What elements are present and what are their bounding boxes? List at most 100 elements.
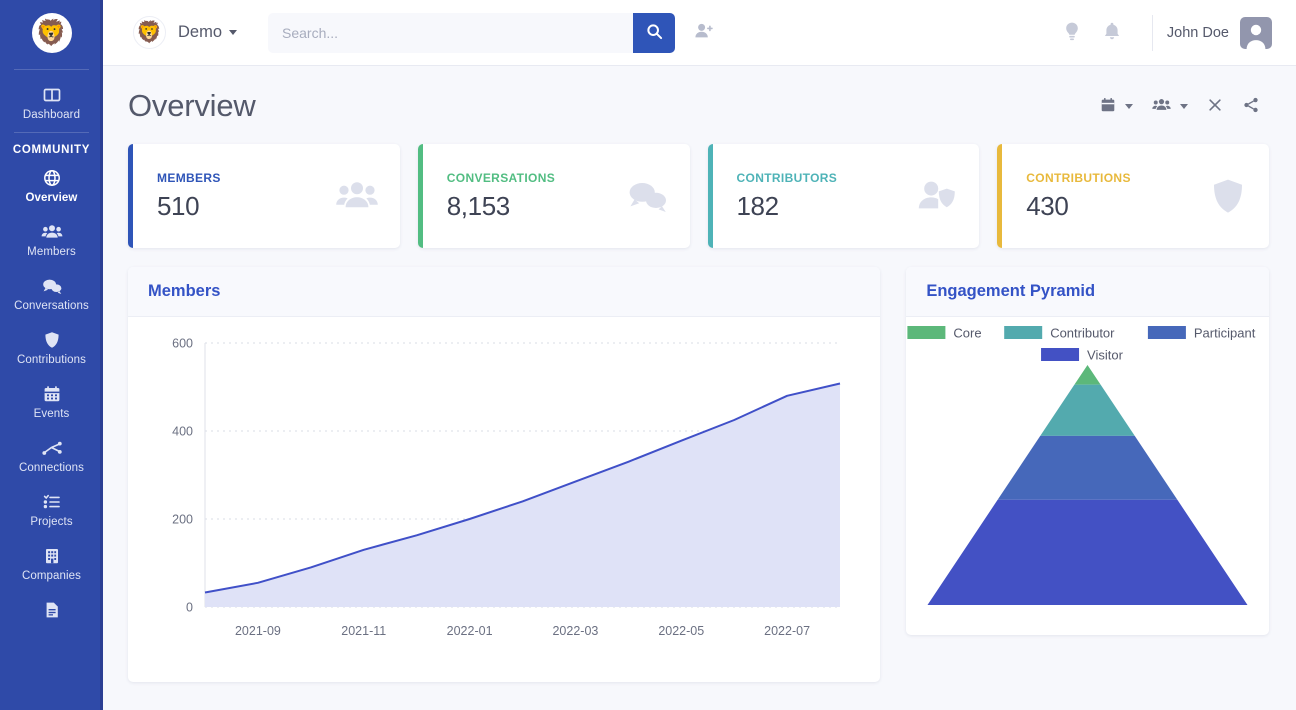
stat-cards: MEMBERS 510 CONVERSATIONS 8,153 CONTRIBU… bbox=[103, 124, 1296, 248]
stat-card-label: MEMBERS bbox=[157, 170, 221, 185]
sidebar: 🦁 Dashboard COMMUNITY Overview Members C… bbox=[0, 0, 103, 710]
main-content: Overview MEMBERS 510 CONVERSATIONS 8,153… bbox=[103, 66, 1296, 710]
brand-selector[interactable]: 🦁 Demo bbox=[133, 16, 238, 49]
close-icon bbox=[1206, 96, 1224, 117]
sidebar-item-events[interactable]: Events bbox=[0, 374, 103, 428]
stat-card-conversations[interactable]: CONVERSATIONS 8,153 bbox=[417, 144, 690, 248]
pyramid-segment[interactable] bbox=[927, 499, 1248, 605]
sidebar-section-community: COMMUNITY bbox=[12, 144, 91, 156]
date-range-button[interactable] bbox=[1091, 89, 1141, 123]
lion-logo-icon: 🦁 bbox=[133, 16, 166, 49]
panel-title: Members bbox=[148, 282, 221, 300]
stat-card-label: CONTRIBUTIONS bbox=[1026, 170, 1131, 185]
legend-label[interactable]: Visitor bbox=[1087, 348, 1124, 363]
panel-title: Engagement Pyramid bbox=[926, 282, 1096, 300]
panel-header: Members bbox=[128, 267, 881, 317]
legend-swatch bbox=[1041, 348, 1080, 361]
calendar-icon bbox=[2, 383, 101, 404]
search-input[interactable] bbox=[268, 12, 634, 53]
contributor-icon bbox=[913, 176, 959, 216]
lion-logo-icon: 🦁 bbox=[31, 13, 72, 53]
tasklist-icon bbox=[2, 491, 101, 512]
sidebar-item-reports[interactable] bbox=[0, 590, 103, 632]
legend-label[interactable]: Core bbox=[954, 326, 982, 341]
dashboard-icon bbox=[2, 84, 101, 105]
stat-card-label: CONTRIBUTORS bbox=[736, 170, 838, 185]
members-icon bbox=[334, 176, 380, 216]
sidebar-item-label: Companies bbox=[21, 570, 82, 582]
stat-card-value: 510 bbox=[157, 190, 200, 221]
page-title: Overview bbox=[128, 88, 256, 123]
legend-label[interactable]: Participant bbox=[1194, 326, 1256, 341]
panel-header: Engagement Pyramid bbox=[906, 267, 1269, 317]
chevron-down-icon bbox=[1180, 103, 1188, 109]
user-plus-icon bbox=[693, 21, 715, 44]
engagement-pyramid-chart[interactable]: Core Contributor Participant Visitor bbox=[906, 317, 1269, 635]
topbar: 🦁 Demo Search... John Doe bbox=[103, 0, 1296, 66]
sidebar-item-label: Connections bbox=[18, 462, 85, 474]
chevron-down-icon bbox=[1125, 103, 1133, 109]
clear-filters-button[interactable] bbox=[1198, 89, 1232, 123]
members-icon bbox=[1151, 96, 1172, 117]
page-header: Overview bbox=[103, 66, 1296, 124]
notifications-button[interactable] bbox=[1092, 13, 1132, 53]
x-axis-tick-label: 2021-09 bbox=[235, 624, 281, 638]
sidebar-item-overview[interactable]: Overview bbox=[0, 158, 103, 212]
search-button[interactable] bbox=[633, 12, 676, 53]
sidebar-item-members[interactable]: Members bbox=[0, 212, 103, 266]
sidebar-item-label: Events bbox=[33, 408, 70, 420]
pyramid-segment[interactable] bbox=[1040, 384, 1136, 436]
stat-card-value: 430 bbox=[1026, 190, 1069, 221]
members-area-chart[interactable]: 0 200 400 600 2021-09 2021-11 2022-01 2022-03 20… bbox=[128, 317, 880, 681]
stat-card-value: 182 bbox=[736, 190, 780, 221]
x-axis-tick-label: 2022-05 bbox=[658, 624, 704, 638]
page-toolbar bbox=[1091, 89, 1268, 123]
stat-card-contributions[interactable]: CONTRIBUTIONS 430 bbox=[997, 144, 1269, 248]
x-axis-tick-label: 2021-11 bbox=[341, 624, 386, 638]
sidebar-item-label: Conversations bbox=[14, 300, 89, 312]
pyramid-chart-body: Core Contributor Participant Visitor bbox=[906, 317, 1269, 635]
sidebar-item-connections[interactable]: Connections bbox=[0, 428, 103, 482]
stat-card-contributors[interactable]: CONTRIBUTORS 182 bbox=[707, 144, 980, 248]
sidebar-item-contributions[interactable]: Contributions bbox=[0, 320, 103, 374]
x-axis-tick-label: 2022-07 bbox=[764, 624, 810, 638]
members-chart-body: 0 200 400 600 2021-09 2021-11 2022-01 2022-03 20… bbox=[128, 317, 880, 682]
stat-card-label: CONVERSATIONS bbox=[446, 170, 556, 185]
globe-icon bbox=[2, 167, 101, 188]
y-axis-tick-label: 200 bbox=[172, 513, 193, 527]
connections-icon bbox=[2, 437, 101, 458]
user-avatar-icon bbox=[1246, 24, 1266, 49]
sidebar-logo[interactable]: 🦁 bbox=[0, 0, 103, 66]
sidebar-item-dashboard[interactable]: Dashboard bbox=[0, 70, 103, 129]
y-axis-tick-label: 400 bbox=[172, 425, 193, 439]
y-axis-tick-label: 0 bbox=[186, 601, 193, 615]
legend-swatch bbox=[1148, 326, 1187, 339]
pyramid-segment[interactable] bbox=[997, 435, 1178, 500]
chevron-down-icon bbox=[229, 30, 238, 35]
brand-name: Demo bbox=[178, 23, 223, 41]
building-icon bbox=[2, 545, 101, 566]
area-fill bbox=[205, 383, 840, 607]
lightbulb-button[interactable] bbox=[1052, 13, 1092, 53]
panel-engagement-pyramid: Engagement Pyramid Core Contributor Partic… bbox=[906, 267, 1269, 635]
legend-label[interactable]: Contributor bbox=[1051, 326, 1116, 341]
sidebar-item-label: Projects bbox=[30, 516, 73, 528]
stat-card-members[interactable]: MEMBERS 510 bbox=[128, 144, 400, 248]
sidebar-item-projects[interactable]: Projects bbox=[0, 482, 103, 536]
x-axis-tick-label: 2022-01 bbox=[447, 624, 493, 638]
calendar-icon bbox=[1099, 96, 1117, 117]
sidebar-item-conversations[interactable]: Conversations bbox=[0, 266, 103, 320]
add-user-button[interactable] bbox=[693, 21, 715, 44]
topbar-actions: John Doe bbox=[1052, 13, 1296, 53]
member-tags-button[interactable] bbox=[1143, 89, 1196, 123]
sidebar-item-companies[interactable]: Companies bbox=[0, 536, 103, 590]
avatar[interactable] bbox=[1240, 16, 1272, 49]
search-icon bbox=[646, 23, 663, 43]
pyramid-segment[interactable] bbox=[1074, 365, 1101, 385]
lightbulb-icon bbox=[1062, 21, 1082, 45]
share-button[interactable] bbox=[1234, 89, 1268, 123]
search-bar bbox=[268, 12, 715, 53]
members-icon bbox=[2, 221, 101, 242]
conversations-icon bbox=[2, 275, 101, 296]
sidebar-item-label: Dashboard bbox=[22, 109, 81, 121]
